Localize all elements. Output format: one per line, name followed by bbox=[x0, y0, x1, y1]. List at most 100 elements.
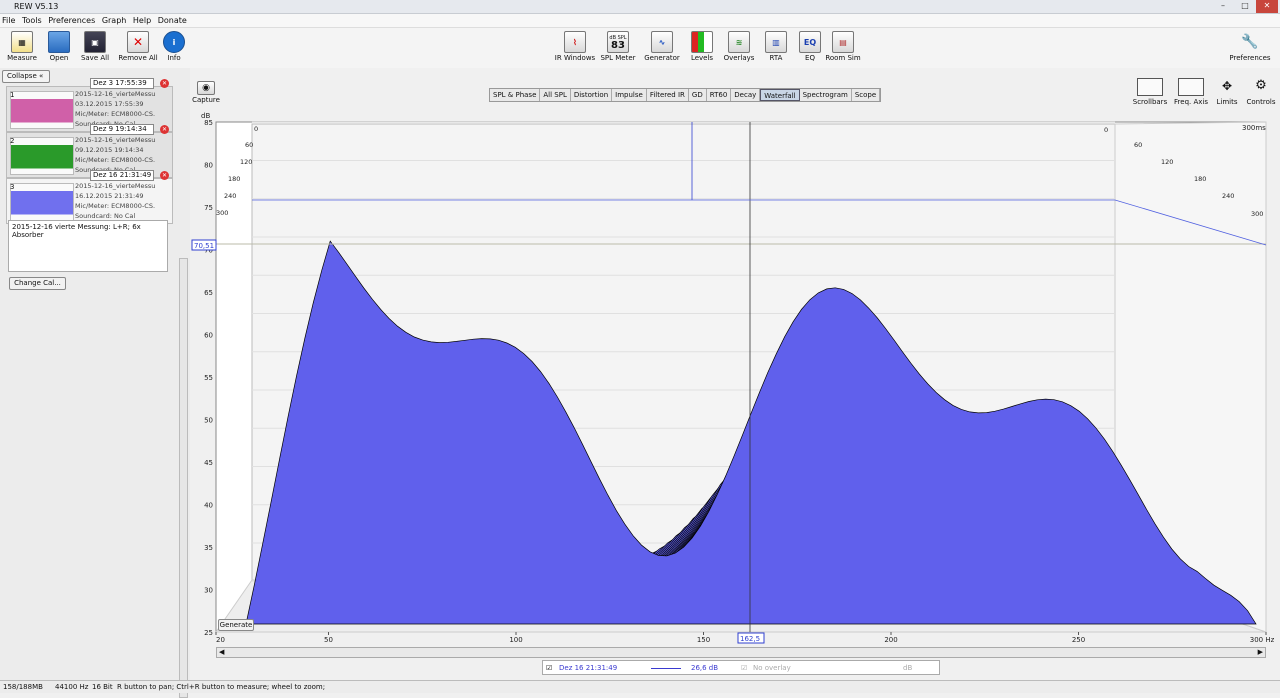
wrench-icon: 🔧 bbox=[1241, 34, 1259, 50]
time-max-label: 300ms bbox=[1242, 124, 1266, 132]
time-tick-label-right: 180 bbox=[1194, 175, 1206, 183]
window-title: REW V5.13 bbox=[14, 2, 59, 11]
spl-meter-icon: dB SPL 83 bbox=[607, 31, 629, 53]
close-button[interactable]: ✕ bbox=[1256, 0, 1278, 13]
horizontal-scrollbar[interactable]: ◀ ▶ bbox=[216, 647, 1266, 658]
save-all-button[interactable]: ▣ Save All bbox=[71, 30, 119, 62]
change-cal-button[interactable]: Change Cal... bbox=[9, 277, 66, 290]
measurement-panel: Collapse « 1 Dez 3 17:55:39 ✕ 2015-12-16… bbox=[0, 68, 190, 698]
eq-icon: EQ bbox=[799, 31, 821, 53]
measurement-thumbnail bbox=[10, 91, 74, 129]
tab-filtered-ir[interactable]: Filtered IR bbox=[647, 89, 689, 101]
legend-value: 26,6 dB bbox=[691, 664, 719, 672]
legend-entry: Dez 16 21:31:49 bbox=[559, 664, 618, 672]
status-bar: 158/188MB 44100 Hz 16 Bit R button to pa… bbox=[0, 680, 1280, 693]
scroll-left-icon[interactable]: ◀ bbox=[219, 648, 224, 656]
y-axis-label: dB bbox=[201, 112, 210, 120]
menu-help[interactable]: Help bbox=[131, 14, 153, 27]
graph-tabs: SPL & Phase All SPL Distortion Impulse Filte… bbox=[489, 88, 882, 102]
menu-bar: File Tools Preferences Graph Help Donate bbox=[0, 14, 1280, 28]
spl-meter-button[interactable]: dB SPL 83 SPL Meter bbox=[594, 30, 642, 62]
ir-windows-button[interactable]: ⌇ IR Windows bbox=[551, 30, 599, 62]
y-tick-label: 50 bbox=[204, 417, 213, 425]
menu-donate[interactable]: Donate bbox=[156, 14, 189, 27]
tab-impulse[interactable]: Impulse bbox=[612, 89, 647, 101]
chevron-left-icon: « bbox=[38, 72, 44, 80]
overlays-icon: ≋ bbox=[728, 31, 750, 53]
measurement-item-selected[interactable]: 3 Dez 16 21:31:49 ✕ 2015-12-16_vierteMes… bbox=[6, 170, 173, 224]
minimize-button[interactable]: – bbox=[1212, 0, 1234, 13]
x-tick-label: 250 bbox=[1072, 636, 1085, 644]
time-tick-label-left: 120 bbox=[240, 158, 252, 166]
time-tick-label-left: 180 bbox=[228, 175, 240, 183]
info-icon: i bbox=[163, 31, 185, 53]
tab-rt60[interactable]: RT60 bbox=[707, 89, 732, 101]
measurement-time-field[interactable]: Dez 16 21:31:49 bbox=[90, 170, 154, 181]
tab-all-spl[interactable]: All SPL bbox=[540, 89, 571, 101]
tab-scope[interactable]: Scope bbox=[852, 89, 881, 101]
measurement-number: 2 bbox=[10, 137, 15, 145]
scrollbars-button[interactable]: Scrollbars bbox=[1130, 78, 1170, 106]
info-button[interactable]: i Info bbox=[150, 30, 198, 62]
scrollbars-icon bbox=[1137, 78, 1163, 96]
limits-icon: ✥ bbox=[1221, 79, 1233, 93]
delete-icon[interactable]: ✕ bbox=[160, 171, 169, 180]
collapse-button[interactable]: Collapse « bbox=[2, 70, 50, 83]
legend-checkbox[interactable]: ☑ bbox=[546, 664, 552, 672]
delete-icon[interactable]: ✕ bbox=[160, 79, 169, 88]
gear-icon: ⚙ bbox=[1255, 78, 1267, 93]
measurement-time-field[interactable]: Dez 9 19:14:34 bbox=[90, 124, 154, 135]
ir-windows-icon: ⌇ bbox=[564, 31, 586, 53]
controls-button[interactable]: ⚙ Controls bbox=[1241, 78, 1280, 106]
tab-distortion[interactable]: Distortion bbox=[571, 89, 613, 101]
time-tick-label-right: 120 bbox=[1161, 158, 1173, 166]
scroll-right-icon[interactable]: ▶ bbox=[1258, 648, 1263, 656]
room-sim-icon: ▤ bbox=[832, 31, 854, 53]
measurement-number: 3 bbox=[10, 183, 15, 191]
cursor-y-label: 70,51 bbox=[194, 242, 214, 250]
levels-icon bbox=[691, 31, 713, 53]
status-bits: 16 Bit bbox=[92, 683, 113, 691]
remove-icon: ✕ bbox=[127, 31, 149, 53]
tab-spl-phase[interactable]: SPL & Phase bbox=[490, 89, 541, 101]
overlay-unit: dB bbox=[903, 664, 913, 672]
time-tick-label-right: 300 bbox=[1251, 210, 1263, 218]
time-tick-label-left: 300 bbox=[216, 209, 228, 217]
generator-icon: ∿ bbox=[651, 31, 673, 53]
tab-decay[interactable]: Decay bbox=[731, 89, 761, 101]
menu-graph[interactable]: Graph bbox=[100, 14, 129, 27]
menu-file[interactable]: File bbox=[0, 14, 17, 27]
measurement-time-field[interactable]: Dez 3 17:55:39 bbox=[90, 78, 154, 89]
preferences-button[interactable]: 🔧 Preferences bbox=[1226, 30, 1274, 62]
menu-tools[interactable]: Tools bbox=[20, 14, 44, 27]
y-tick-label: 65 bbox=[204, 289, 213, 297]
y-tick-label: 80 bbox=[204, 162, 213, 170]
status-hint: R button to pan; Ctrl+R button to measur… bbox=[117, 683, 326, 691]
y-tick-label: 40 bbox=[204, 502, 213, 510]
tab-spectrogram[interactable]: Spectrogram bbox=[800, 89, 852, 101]
menu-preferences[interactable]: Preferences bbox=[46, 14, 97, 27]
measurement-notes[interactable]: 2015-12-16 vierte Messung: L+R; 6x Absor… bbox=[8, 220, 168, 272]
legend-line bbox=[651, 668, 681, 669]
maximize-button[interactable]: □ bbox=[1234, 0, 1256, 13]
y-tick-label: 85 bbox=[204, 119, 213, 127]
freq-axis-icon bbox=[1178, 78, 1204, 96]
time-tick-label-right: 60 bbox=[1134, 141, 1142, 149]
y-tick-label: 75 bbox=[204, 204, 213, 212]
room-sim-button[interactable]: ▤ Room Sim bbox=[819, 30, 867, 62]
panel-scrollbar[interactable] bbox=[179, 258, 188, 698]
overlay-label: No overlay bbox=[753, 664, 791, 672]
generate-button[interactable]: Generate bbox=[218, 619, 254, 631]
delete-icon[interactable]: ✕ bbox=[160, 125, 169, 134]
measurement-thumbnail bbox=[10, 137, 74, 175]
legend-bar: ☑ Dez 16 21:31:49 26,6 dB ☑ No overlay d… bbox=[542, 660, 940, 675]
status-memory: 158/188MB bbox=[3, 683, 43, 691]
time-tick-label-right: 0 bbox=[1104, 126, 1108, 134]
tab-gd[interactable]: GD bbox=[689, 89, 707, 101]
x-tick-label: 200 bbox=[884, 636, 897, 644]
tab-waterfall[interactable]: Waterfall bbox=[760, 89, 800, 101]
camera-icon: ◉ bbox=[197, 81, 215, 95]
overlay-checkbox[interactable]: ☑ bbox=[741, 664, 747, 672]
freq-axis-button[interactable]: Freq. Axis bbox=[1171, 78, 1211, 106]
y-tick-label: 25 bbox=[204, 629, 213, 637]
